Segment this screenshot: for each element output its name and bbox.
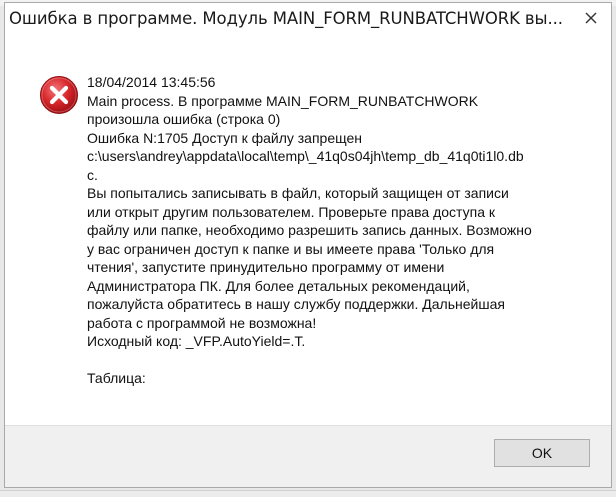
message-line: чтения', запустите принудительно програм… xyxy=(87,259,445,275)
message-line: Ошибка N:1705 Доступ к файлу запрещен xyxy=(87,129,363,146)
message-line: произошла ошибка (строка 0) xyxy=(87,111,281,127)
error-dialog: Ошибка в программе. Модуль MAIN_FORM_RUN… xyxy=(4,2,612,488)
error-icon xyxy=(39,75,79,115)
message-line: Таблица: xyxy=(87,370,146,386)
dialog-content: 18/04/2014 13:45:56 Main process. В прогр… xyxy=(5,37,611,425)
message-line: файлу или папке, необходимо разрешить за… xyxy=(87,222,532,238)
message-line: c:\users\andrey\appdata\local\temp\_41q0… xyxy=(87,148,524,164)
dialog-title: Ошибка в программе. Модуль MAIN_FORM_RUN… xyxy=(9,9,563,28)
message-line: Вы попытались записывать в файл, который… xyxy=(87,185,509,201)
message-line: или открыт другим пользователем. Проверь… xyxy=(87,203,496,220)
message-line: 18/04/2014 13:45:56 xyxy=(87,74,216,90)
ok-button[interactable]: OK xyxy=(494,439,590,467)
close-button[interactable] xyxy=(579,8,603,28)
message-line xyxy=(87,351,587,370)
message-line: c. xyxy=(87,166,98,183)
error-message: 18/04/2014 13:45:56 Main process. В прогр… xyxy=(87,73,587,388)
message-line: Администратора ПК. Для более детальных р… xyxy=(87,277,470,294)
close-icon xyxy=(585,12,597,24)
message-line: у вас ограничен доступ к папке и вы имее… xyxy=(87,240,495,257)
message-line: пожалуйста обратитесь в нашу службу подд… xyxy=(87,296,505,312)
dialog-footer: OK xyxy=(5,425,611,487)
message-line: Main process. В программе MAIN_FORM_RUNB… xyxy=(87,92,479,109)
message-line: Исходный код: _VFP.AutoYield=.T. xyxy=(87,333,306,349)
title-bar[interactable]: Ошибка в программе. Модуль MAIN_FORM_RUN… xyxy=(5,3,611,37)
message-line: работа с программой не возможна! xyxy=(87,314,317,331)
